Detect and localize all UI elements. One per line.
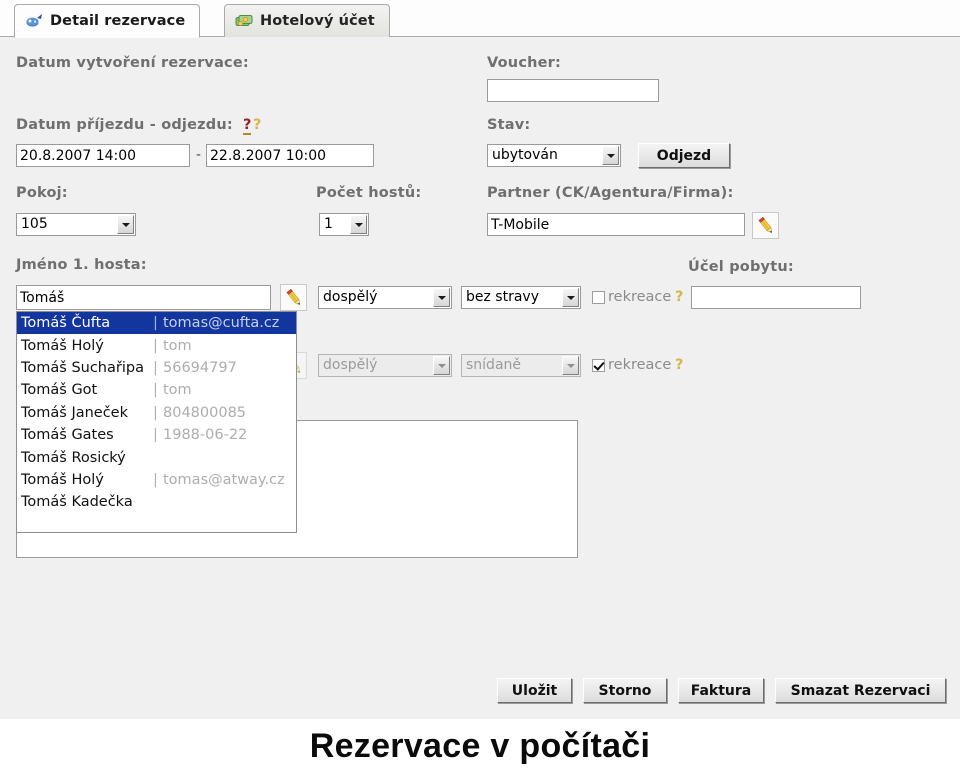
room-select[interactable]: 105 xyxy=(16,213,136,236)
label-pocet-hostu: Počet hostů: xyxy=(316,185,422,201)
label-datum-vytvoreni-rezervace: Datum vytvoření rezervace: xyxy=(16,55,249,71)
faktura-button[interactable]: Faktura xyxy=(678,678,764,703)
chevron-down-icon xyxy=(562,356,579,375)
autocomplete-item-detail: tom xyxy=(163,337,192,354)
autocomplete-item-name: Tomáš Rosický xyxy=(21,449,126,466)
guest1-age-category-value: dospělý xyxy=(323,289,378,305)
tab-detail-rezervace[interactable]: Detail rezervace xyxy=(14,4,201,38)
guest-count-select-value: 1 xyxy=(324,216,333,232)
autocomplete-item-detail: 804800085 xyxy=(163,404,247,421)
label-stav: Stav: xyxy=(487,117,531,133)
chevron-down-icon[interactable] xyxy=(117,215,134,234)
chevron-down-icon[interactable] xyxy=(433,288,450,307)
partner-input[interactable] xyxy=(487,213,745,236)
autocomplete-item-separator: | xyxy=(153,359,158,376)
tab-hotelovy-ucet-label: Hotelový účet xyxy=(260,13,375,29)
chevron-down-icon[interactable] xyxy=(562,288,579,307)
guest1-recreation-checkbox[interactable] xyxy=(592,291,605,304)
autocomplete-item[interactable]: Tomáš Janeček | 804800085 xyxy=(17,402,296,424)
autocomplete-item-detail: 56694797 xyxy=(163,359,237,376)
guest1-edit-button[interactable] xyxy=(280,284,307,311)
reservation-pin-icon xyxy=(25,13,43,29)
autocomplete-item-name: Tomáš Suchařipa xyxy=(21,359,144,376)
guest1-board-select[interactable]: bez stravy xyxy=(461,286,581,309)
label-ucel-pobytu: Účel pobytu: xyxy=(688,259,794,275)
autocomplete-item-name: Tomáš Kadečka xyxy=(21,494,133,511)
guest2-recreation-help-icon[interactable]: ? xyxy=(675,357,683,373)
label-jmeno-1-hosta: Jméno 1. hosta: xyxy=(16,257,147,273)
autocomplete-item-separator: | xyxy=(153,315,158,332)
autocomplete-item-separator: | xyxy=(153,471,158,488)
chevron-down-icon[interactable] xyxy=(350,215,367,234)
guest2-age-category-value: dospělý xyxy=(323,357,378,373)
reservation-detail-window: Detail rezervace Hotelový účet Datum vyt… xyxy=(0,0,960,719)
autocomplete-item-detail: tom xyxy=(163,382,192,399)
guest1-name-input[interactable] xyxy=(16,285,271,310)
state-select-value: ubytován xyxy=(492,147,558,163)
autocomplete-item-name: Tomáš Gates xyxy=(21,427,114,444)
autocomplete-item-name: Tomáš Got xyxy=(21,382,98,399)
autocomplete-item[interactable]: Tomáš Got | tom xyxy=(17,379,296,401)
guest2-board-select: snídaně xyxy=(461,354,581,377)
pencil-icon xyxy=(285,288,304,308)
autocomplete-item-name: Tomáš Čufta xyxy=(21,315,111,332)
guest2-recreation-checkbox xyxy=(592,359,605,372)
autocomplete-item[interactable]: Tomáš Holý | tom xyxy=(17,334,296,356)
autocomplete-item-detail: tomas@cufta.cz xyxy=(163,315,280,332)
figure-caption-text: Rezervace v počítači xyxy=(309,726,651,765)
chevron-down-icon xyxy=(433,356,450,375)
guest2-board-value: snídaně xyxy=(466,357,522,373)
figure-caption: Rezervace v počítači xyxy=(0,719,960,773)
purpose-input[interactable] xyxy=(691,286,861,309)
autocomplete-item-detail: 1988-06-22 xyxy=(163,427,248,444)
tab-hotelovy-ucet[interactable]: Hotelový účet xyxy=(224,4,390,37)
guest1-age-category-select[interactable]: dospělý xyxy=(318,286,452,309)
money-bills-icon xyxy=(235,13,253,29)
tab-bar: Detail rezervace Hotelový účet xyxy=(0,0,960,38)
partner-edit-button[interactable] xyxy=(752,212,779,239)
pencil-icon xyxy=(757,216,776,236)
dates-help-icon-primary[interactable]: ? xyxy=(243,117,252,135)
dates-help-icon-secondary[interactable]: ? xyxy=(253,117,261,133)
autocomplete-item-name: Tomáš Holý xyxy=(21,471,104,488)
guest1-recreation-help-icon[interactable]: ? xyxy=(675,289,683,305)
autocomplete-item-separator: | xyxy=(153,404,158,421)
label-partner: Partner (CK/Agentura/Firma): xyxy=(487,185,734,201)
storno-button[interactable]: Storno xyxy=(583,678,667,703)
autocomplete-item[interactable]: Tomáš Gates | 1988-06-22 xyxy=(17,424,296,446)
autocomplete-item-separator: | xyxy=(153,337,158,354)
smazat-rezervaci-button[interactable]: Smazat Rezervaci xyxy=(775,678,946,703)
autocomplete-item[interactable]: Tomáš Kadečka xyxy=(17,491,296,513)
voucher-input[interactable] xyxy=(487,79,659,102)
ulozit-button[interactable]: Uložit xyxy=(497,678,572,703)
guest-count-select[interactable]: 1 xyxy=(319,213,369,236)
arrival-date-input[interactable] xyxy=(16,144,190,167)
autocomplete-item[interactable]: Tomáš Holý | tomas@atway.cz xyxy=(17,469,296,491)
label-voucher: Voucher: xyxy=(487,55,562,71)
odjezd-button[interactable]: Odjezd xyxy=(638,143,730,168)
autocomplete-item-name: Tomáš Janeček xyxy=(21,404,129,421)
autocomplete-item-name: Tomáš Holý xyxy=(21,337,104,354)
state-select[interactable]: ubytován xyxy=(487,144,621,167)
autocomplete-item-separator: | xyxy=(153,382,158,399)
guest1-recreation-label: rekreace xyxy=(608,289,672,305)
room-select-value: 105 xyxy=(21,216,48,232)
guest-name-autocomplete-list[interactable]: Tomáš Čufta | tomas@cufta.cz Tomáš Holý | tom… xyxy=(16,311,297,533)
date-range-separator: - xyxy=(196,147,202,163)
label-pokoj: Pokoj: xyxy=(16,185,68,201)
autocomplete-item[interactable]: Tomáš Suchařipa | 56694797 xyxy=(17,357,296,379)
chevron-down-icon[interactable] xyxy=(602,146,619,165)
autocomplete-item-separator: | xyxy=(153,427,158,444)
guest1-board-value: bez stravy xyxy=(466,289,539,305)
autocomplete-item-detail: tomas@atway.cz xyxy=(163,471,285,488)
guest2-age-category-select: dospělý xyxy=(318,354,452,377)
label-datum-prijezdu-odjezdu: Datum příjezdu - odjezdu: xyxy=(16,117,233,133)
autocomplete-item[interactable]: Tomáš Čufta | tomas@cufta.cz xyxy=(17,312,296,335)
departure-date-input[interactable] xyxy=(206,144,374,167)
tab-detail-rezervace-label: Detail rezervace xyxy=(50,13,186,29)
guest2-recreation-label: rekreace xyxy=(608,357,672,373)
autocomplete-item[interactable]: Tomáš Rosický xyxy=(17,446,296,468)
